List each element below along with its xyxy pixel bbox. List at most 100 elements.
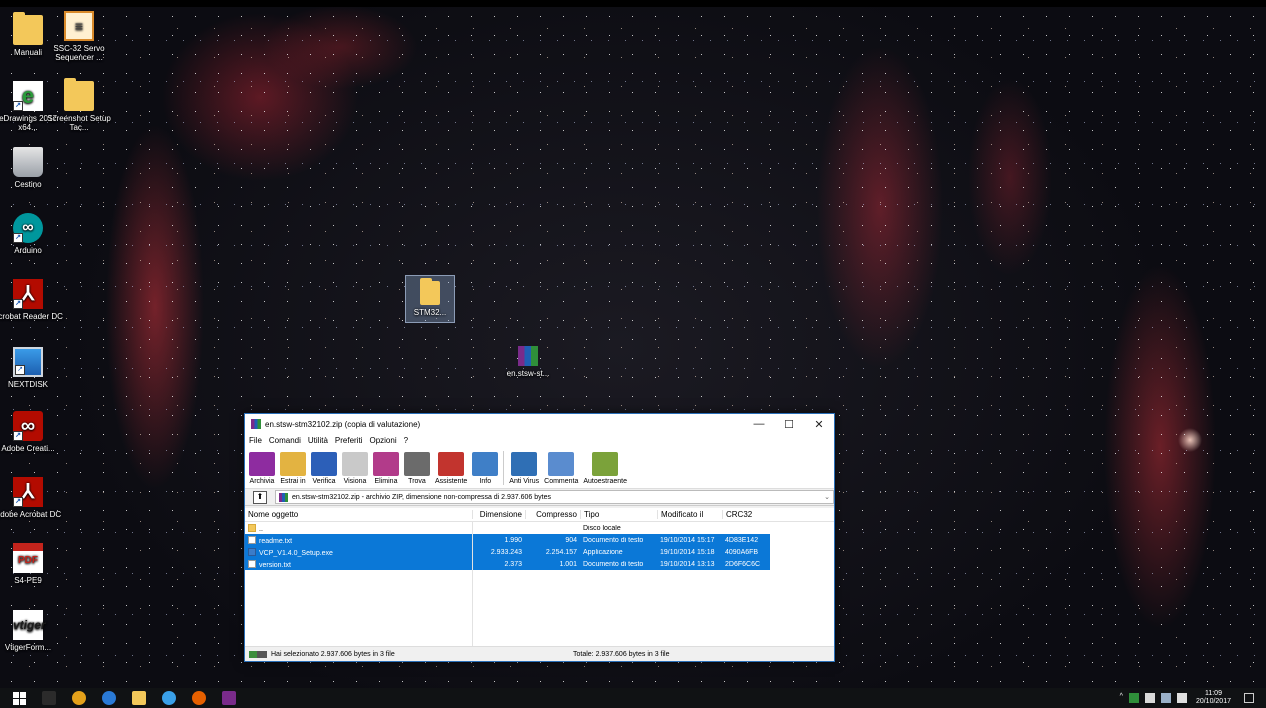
toolbar-button-label: Trova <box>408 478 426 485</box>
task-view-icon[interactable] <box>42 691 56 705</box>
table-row[interactable]: readme.txt 1.990 904 Documento di testo 19/1… <box>245 534 770 546</box>
edge-icon[interactable] <box>102 691 116 705</box>
winrar-window[interactable]: en.stsw-stm32102.zip (copia di valutazio… <box>244 413 835 662</box>
notification-icon[interactable] <box>1244 693 1254 703</box>
tray-app-icon[interactable] <box>1128 693 1139 703</box>
title-bar[interactable]: en.stsw-stm32102.zip (copia di valutazio… <box>245 414 834 434</box>
toolbar-button-label: Archivia <box>249 478 275 485</box>
desktop-icon-ssc32[interactable]: ≡ SSC-32 Servo Sequencer ... <box>43 11 115 62</box>
menu-preferiti[interactable]: Preferiti <box>335 436 363 445</box>
desktop-icon-vtiger[interactable]: vtiger VtigerForm... <box>0 610 64 652</box>
cell-type: Disco locale <box>583 524 621 532</box>
firefox-icon[interactable] <box>192 691 206 705</box>
minimize-button[interactable]: — <box>744 418 774 430</box>
menu-utilita[interactable]: Utilità <box>308 436 328 445</box>
toolbar-button-anti-virus[interactable]: Anti Virus <box>509 452 539 488</box>
toolbar-button-archivia[interactable]: Archivia <box>249 452 275 488</box>
column-header-crc[interactable]: CRC32 <box>722 510 768 519</box>
cell-type: Documento di testo <box>583 536 644 544</box>
acrobat-reader-icon: ⅄ ↗ <box>13 279 43 309</box>
shortcut-arrow-icon: ↗ <box>15 365 25 375</box>
toolbar-button-elimina[interactable]: Elimina <box>373 452 399 488</box>
toolbar-button-assistente[interactable]: Assistente <box>435 452 467 488</box>
column-header-size[interactable]: Dimensione <box>472 510 525 519</box>
info-icon <box>472 452 499 476</box>
desktop-icon-s4pe9[interactable]: PDF S4-PE9 <box>0 543 64 585</box>
volume-icon[interactable] <box>1176 693 1187 703</box>
winrar-archive-icon <box>518 346 538 366</box>
desktop-icon-nextdisk[interactable]: ↗ NEXTDISK <box>0 347 64 389</box>
column-header-packed[interactable]: Compresso <box>525 510 580 519</box>
pdf-file-icon: PDF <box>13 543 43 573</box>
toolbar-button-trova[interactable]: Trova <box>404 452 430 488</box>
desktop-icon-adobe-creative[interactable]: ∞ ↗ Adobe Creati... <box>0 411 64 453</box>
column-divider <box>472 521 473 646</box>
toolbar-button-autoestraente[interactable]: Autoestraente <box>583 452 627 488</box>
clock-time: 11:09 <box>1204 690 1222 697</box>
network-tray-icon[interactable] <box>1160 693 1171 703</box>
cell-packed: 1.001 <box>559 560 577 568</box>
maximize-button[interactable]: ☐ <box>774 418 804 431</box>
visiona-icon <box>342 452 368 476</box>
status-keys-icon <box>249 650 267 658</box>
table-row[interactable]: version.txt 2.373 1.001 Documento di testo 1… <box>245 558 770 570</box>
system-tray: ^ 11:09 20/10/2017 <box>1117 690 1266 706</box>
arduino-icon: ∞ ↗ <box>13 213 43 243</box>
winrar-icon[interactable] <box>222 691 236 705</box>
file-list[interactable]: Nome oggetto Dimensione Compresso Tipo M… <box>245 508 834 646</box>
desktop-icon-cestino[interactable]: Cestino <box>0 147 64 189</box>
window-title: en.stsw-stm32102.zip (copia di valutazio… <box>265 419 421 429</box>
toolbar-button-verifica[interactable]: Verifica <box>311 452 337 488</box>
acrobat-dc-icon: ⅄ ↗ <box>13 477 43 507</box>
verifica-icon <box>311 452 337 476</box>
chrome-icon[interactable] <box>72 691 86 705</box>
menu-help[interactable]: ? <box>404 436 408 445</box>
column-header-modified[interactable]: Modificato il <box>657 510 722 519</box>
menu-opzioni[interactable]: Opzioni <box>369 436 396 445</box>
clock[interactable]: 11:09 20/10/2017 <box>1196 690 1231 706</box>
toolbar-button-estrai-in[interactable]: Estrai in <box>280 452 306 488</box>
network-icon[interactable] <box>162 691 176 705</box>
sequencer-icon: ≡ <box>64 11 94 41</box>
menu-file[interactable]: File <box>249 436 262 445</box>
column-header-name[interactable]: Nome oggetto <box>245 510 472 519</box>
address-field[interactable]: en.stsw-stm32102.zip - archivio ZIP, dim… <box>275 490 834 504</box>
estrai-in-icon <box>280 452 306 476</box>
toolbar-button-commenta[interactable]: Commenta <box>544 452 578 488</box>
desktop-icon-acrobat-dc[interactable]: ⅄ ↗ Adobe Acrobat DC <box>0 477 64 519</box>
desktop-icon-winrar-archive[interactable]: en.stsw-st... <box>493 346 563 378</box>
cell-packed: 2.254.157 <box>545 548 577 556</box>
close-button[interactable]: ✕ <box>804 418 834 431</box>
cell-type: Applicazione <box>583 548 623 556</box>
desktop-icon-stm32-folder[interactable]: STM32... <box>405 275 455 323</box>
desktop-icon-acrobat-reader[interactable]: ⅄ ↗ Acrobat Reader DC <box>0 279 64 321</box>
up-folder-button[interactable]: ⬆ <box>253 490 267 504</box>
file-name: readme.txt <box>259 537 293 545</box>
toolbar-button-info[interactable]: Info <box>472 452 499 488</box>
toolbar-button-label: Autoestraente <box>583 478 627 485</box>
desktop-icon-label: SSC-32 Servo Sequencer ... <box>53 44 105 62</box>
table-row[interactable]: VCP_V1.4.0_Setup.exe 2.933.243 2.254.157 Ap… <box>245 546 770 558</box>
winrar-app-icon <box>251 419 261 429</box>
chevron-up-icon[interactable]: ^ <box>1120 693 1123 703</box>
cell-size: 2.933.243 <box>472 548 525 556</box>
desktop-icon-screenshot[interactable]: Screenshot Setup Tac... <box>43 78 115 132</box>
cell-name: .. <box>245 523 472 533</box>
table-row[interactable]: .. Disco locale <box>245 522 834 534</box>
desktop-icon-label: Arduino <box>14 246 42 255</box>
list-header: Nome oggetto Dimensione Compresso Tipo M… <box>245 508 834 522</box>
shortcut-arrow-icon: ↗ <box>13 431 23 441</box>
chevron-down-icon[interactable]: ⌄ <box>824 493 830 501</box>
start-button[interactable] <box>13 691 26 705</box>
column-header-type[interactable]: Tipo <box>580 510 657 519</box>
usb-icon[interactable] <box>1144 693 1155 703</box>
toolbar-separator <box>503 451 505 485</box>
toolbar-button-visiona[interactable]: Visiona <box>342 452 368 488</box>
menu-comandi[interactable]: Comandi <box>269 436 301 445</box>
file-explorer-icon[interactable] <box>132 691 146 705</box>
archivia-icon <box>249 452 275 476</box>
toolbar-button-label: Elimina <box>374 478 398 485</box>
desktop-icon-arduino[interactable]: ∞ ↗ Arduino <box>0 213 64 255</box>
trova-icon <box>404 452 430 476</box>
list-rows: .. Disco locale readme.txt 1.990 904 Document… <box>245 522 834 570</box>
